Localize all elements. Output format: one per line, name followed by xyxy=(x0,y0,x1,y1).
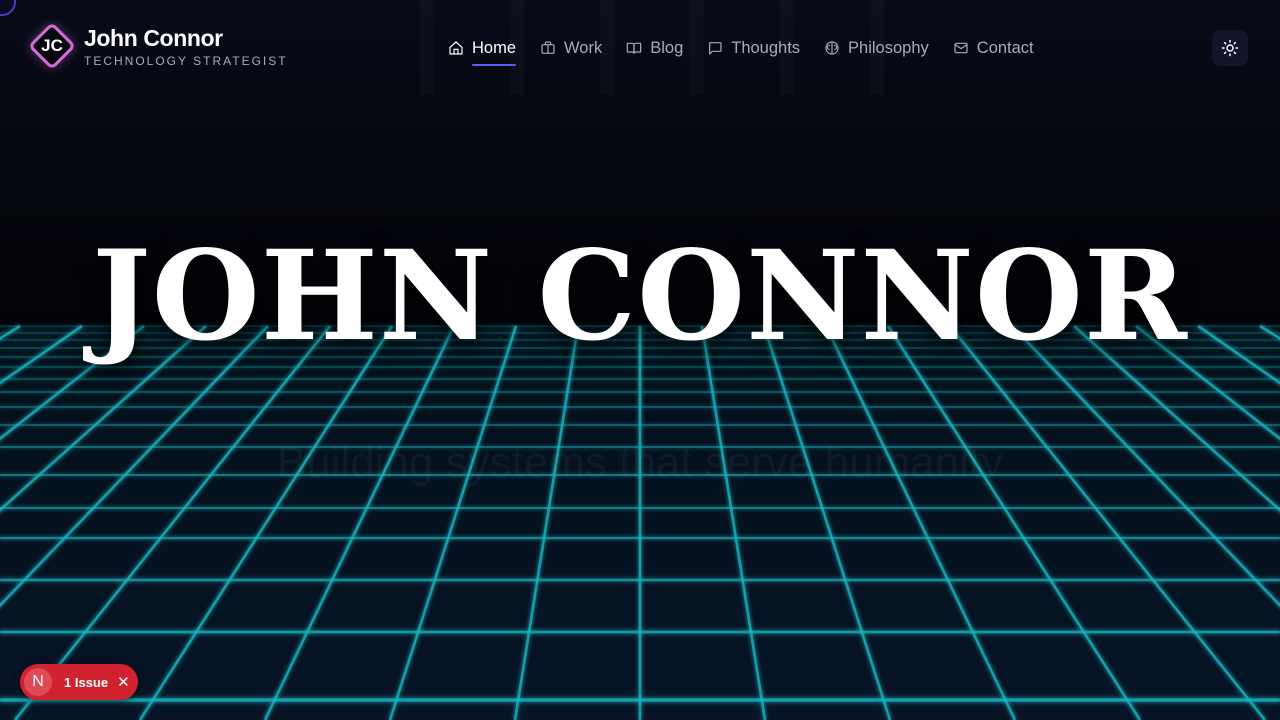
brand-name: John Connor xyxy=(84,24,223,51)
book-icon xyxy=(626,42,642,54)
mail-icon xyxy=(954,42,968,54)
hero-title: JOHN CONNOR xyxy=(92,224,1188,369)
briefcase-icon xyxy=(541,41,555,54)
nav-thoughts[interactable]: Thoughts xyxy=(707,36,800,60)
nav-thoughts-label: Thoughts xyxy=(731,38,801,57)
nav-philosophy-label: Philosophy xyxy=(848,38,929,57)
nav-philosophy[interactable]: Philosophy xyxy=(824,36,929,60)
brand-logo: JC xyxy=(27,21,77,71)
nav-work-label: Work xyxy=(564,38,603,57)
nav-blog-label: Blog xyxy=(650,38,684,57)
logo-initials: JC xyxy=(41,36,63,55)
nav-home[interactable]: Home xyxy=(448,36,517,66)
issue-badge[interactable]: N 1 Issue ✕ xyxy=(20,664,138,700)
close-icon[interactable]: ✕ xyxy=(117,675,130,690)
nav-blog[interactable]: Blog xyxy=(626,36,683,60)
issue-count-label[interactable]: 1 Issue xyxy=(64,675,108,690)
theme-toggle-button[interactable] xyxy=(1212,30,1248,66)
main-nav: Home Work Blog Thoughts Philosophy Conta… xyxy=(448,36,1034,66)
hero-subtitle: Building systems that serve humanity xyxy=(276,438,1004,487)
nav-home-label: Home xyxy=(472,38,517,57)
brain-icon xyxy=(825,41,839,55)
chat-bubble-icon xyxy=(709,42,722,55)
nav-contact[interactable]: Contact xyxy=(953,36,1034,60)
home-icon xyxy=(449,41,463,55)
brand[interactable]: JC John Connor TECHNOLOGY STRATEGIST xyxy=(27,21,288,71)
brand-tagline: TECHNOLOGY STRATEGIST xyxy=(84,53,288,68)
nextjs-logo-icon[interactable]: N xyxy=(24,668,52,696)
nav-work[interactable]: Work xyxy=(540,36,602,60)
active-nav-underline xyxy=(472,64,517,66)
sun-icon xyxy=(1221,39,1239,57)
nav-contact-label: Contact xyxy=(976,38,1034,57)
brand-text: John Connor TECHNOLOGY STRATEGIST xyxy=(84,25,288,68)
